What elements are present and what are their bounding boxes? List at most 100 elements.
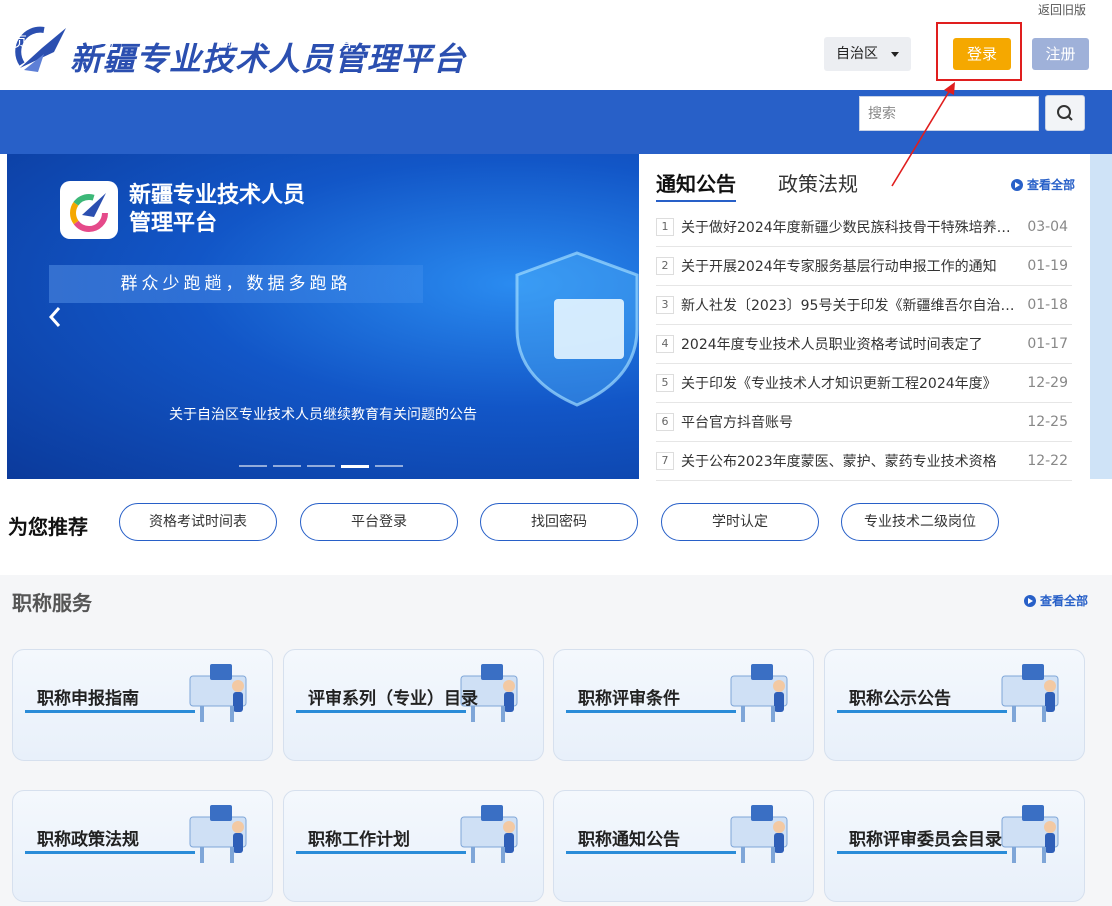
news-item[interactable]: 3 新人社发〔2023〕95号关于印发《新疆维吾尔自治区》 01-18 [656, 286, 1072, 325]
service-card[interactable]: 职称申报指南 [12, 649, 273, 761]
service-card[interactable]: 职称通知公告 [553, 790, 814, 902]
recommend-title: 为您推荐 [8, 515, 88, 539]
banner-caption[interactable]: 关于自治区专业技术人员继续教育有关问题的公告 [7, 404, 639, 424]
document-person-icon [1001, 805, 1059, 863]
news-view-all-link[interactable]: 查看全部 [1011, 176, 1075, 193]
shield-icon [515, 251, 639, 407]
news-index: 5 [656, 374, 674, 392]
service-card-label: 职称评审条件 [578, 689, 680, 709]
card-underline [566, 710, 736, 713]
nav-item-education[interactable]: 继续教育 [338, 8, 388, 54]
news-title: 关于公布2023年度蒙医、蒙护、蒙药专业技术资格 [681, 454, 997, 470]
service-card[interactable]: 评审系列（专业）目录 [283, 649, 544, 761]
service-card-label: 职称公示公告 [849, 689, 951, 709]
news-item[interactable]: 7 关于公布2023年度蒙医、蒙护、蒙药专业技术资格 12-22 [656, 442, 1072, 481]
chevron-left-icon[interactable] [43, 302, 67, 332]
recommend-exam-schedule[interactable]: 资格考试时间表 [119, 503, 277, 541]
card-underline [25, 851, 195, 854]
login-button[interactable]: 登录 [953, 38, 1011, 70]
card-underline [837, 851, 1007, 854]
recommend-level2-post[interactable]: 专业技术二级岗位 [841, 503, 999, 541]
register-button[interactable]: 注册 [1032, 38, 1089, 70]
search-button[interactable] [1045, 95, 1085, 131]
banner-logo-icon [60, 181, 118, 239]
service-card[interactable]: 职称政策法规 [12, 790, 273, 902]
news-date: 01-17 [1027, 336, 1068, 352]
news-title: 新人社发〔2023〕95号关于印发《新疆维吾尔自治区》 [681, 298, 1016, 314]
chart-board-icon [730, 664, 788, 722]
news-list: 1 关于做好2024年度新疆少数民族科技骨干特殊培养工作的通知 03-04 2 关于开展… [656, 208, 1072, 481]
service-card-label: 职称政策法规 [37, 830, 139, 850]
news-title: 关于做好2024年度新疆少数民族科技骨干特殊培养工作的通知 [681, 220, 1016, 236]
service-card-label: 职称申报指南 [37, 689, 139, 709]
recommend-platform-login[interactable]: 平台登录 [300, 503, 458, 541]
carousel-dots [239, 465, 403, 468]
nav-item-title-service[interactable]: 职称服务 [100, 8, 150, 54]
news-item[interactable]: 2 关于开展2024年专家服务基层行动申报工作的通知 01-19 [656, 247, 1072, 286]
recommend-section: 为您推荐 资格考试时间表 平台登录 找回密码 学时认定 专业技术二级岗位 [0, 479, 1112, 575]
news-index: 1 [656, 218, 674, 236]
news-title: 2024年度专业技术人员职业资格考试时间表定了 [681, 337, 983, 353]
service-card[interactable]: 职称工作计划 [283, 790, 544, 902]
desk-person-icon [189, 664, 247, 722]
nav-item-help[interactable]: 在线帮助 [695, 8, 745, 54]
news-date: 12-25 [1027, 414, 1068, 430]
chevron-down-icon [891, 52, 899, 57]
view-all-label: 查看全部 [1027, 178, 1076, 192]
news-title: 平台官方抖音账号 [681, 415, 793, 431]
nav-item-certificate[interactable]: 证书查询 [219, 8, 269, 54]
back-to-old-version-link[interactable]: 返回旧版 [1038, 1, 1086, 18]
region-dropdown[interactable]: 自治区 [824, 37, 911, 71]
service-card[interactable]: 职称评审条件 [553, 649, 814, 761]
view-all-label: 查看全部 [1040, 594, 1089, 608]
banner-title-line2: 管理平台 [129, 211, 218, 236]
clock-document-icon [730, 805, 788, 863]
news-date: 03-04 [1027, 219, 1068, 235]
carousel-dot[interactable] [375, 465, 403, 467]
card-underline [837, 710, 1007, 713]
carousel-dot[interactable] [273, 465, 301, 467]
news-index: 7 [656, 452, 674, 470]
services-view-all-link[interactable]: 查看全部 [1024, 592, 1088, 609]
recommend-hours-certification[interactable]: 学时认定 [661, 503, 819, 541]
carousel-dot[interactable] [307, 465, 335, 467]
service-card[interactable]: 职称公示公告 [824, 649, 1085, 761]
news-index: 6 [656, 413, 674, 431]
recommend-recover-password[interactable]: 找回密码 [480, 503, 638, 541]
tab-policies[interactable]: 政策法规 [778, 168, 858, 197]
news-date: 12-29 [1027, 375, 1068, 391]
region-label: 自治区 [836, 46, 878, 62]
news-item[interactable]: 6 平台官方抖音账号 12-25 [656, 403, 1072, 442]
card-underline [25, 710, 195, 713]
side-decoration [1090, 154, 1112, 479]
play-circle-icon [1011, 179, 1023, 191]
nav-item-expert-system[interactable]: 专家系统 [576, 8, 626, 54]
banner-title: 新疆专业技术人员 管理平台 [129, 182, 329, 238]
nav-item-special-talent[interactable]: 专项人才 [457, 8, 507, 54]
carousel-dot-active[interactable] [341, 465, 369, 468]
news-date: 01-18 [1027, 297, 1068, 313]
banner-carousel[interactable]: 新疆专业技术人员 管理平台 群众少跑趟，数据多跑路 关于自治区专业技术人员继续教… [7, 154, 639, 479]
banner-title-line1: 新疆专业技术人员 [129, 183, 306, 208]
title-services-section: 职称服务 查看全部 职称申报指南 评审系列（专业）目录 职称评审条件 职称公示公告职称… [0, 575, 1112, 906]
nav-item-home[interactable]: 首页 [12, 8, 32, 54]
service-card-label: 职称通知公告 [578, 830, 680, 850]
news-title: 关于开展2024年专家服务基层行动申报工作的通知 [681, 259, 997, 275]
service-card[interactable]: 职称评审委员会目录 [824, 790, 1085, 902]
play-circle-icon [1024, 595, 1036, 607]
news-item[interactable]: 1 关于做好2024年度新疆少数民族科技骨干特殊培养工作的通知 03-04 [656, 208, 1072, 247]
banner-slogan: 群众少跑趟，数据多跑路 [49, 265, 423, 303]
services-title: 职称服务 [12, 591, 92, 615]
search-input[interactable] [859, 96, 1039, 131]
carousel-dot[interactable] [239, 465, 267, 467]
search-icon [1057, 105, 1073, 121]
tab-notices[interactable]: 通知公告 [656, 168, 736, 202]
news-date: 12-22 [1027, 453, 1068, 469]
news-item[interactable]: 5 关于印发《专业技术人才知识更新工程2024年度》 12-29 [656, 364, 1072, 403]
notice-board-icon [1001, 664, 1059, 722]
news-panel: 通知公告 政策法规 查看全部 1 关于做好2024年度新疆少数民族科技骨干特殊培养… [640, 154, 1112, 481]
card-underline [566, 851, 736, 854]
reading-person-icon [189, 805, 247, 863]
card-underline [296, 710, 466, 713]
news-item[interactable]: 4 2024年度专业技术人员职业资格考试时间表定了 01-17 [656, 325, 1072, 364]
